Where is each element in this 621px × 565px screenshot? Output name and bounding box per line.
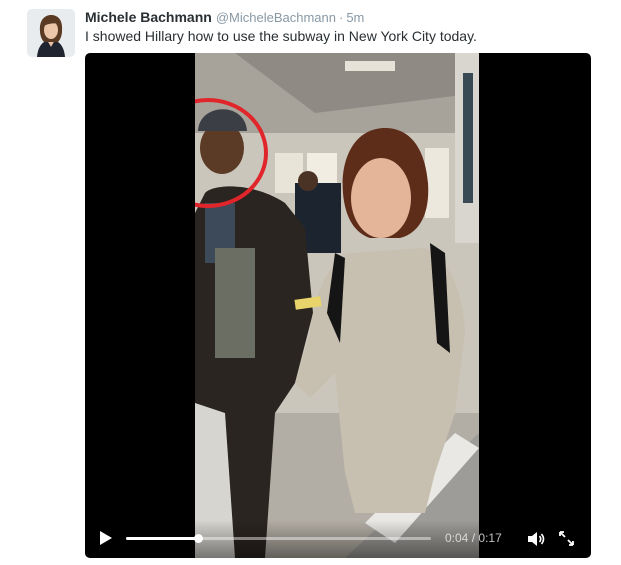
- video-player[interactable]: 0:04 / 0:17: [85, 53, 591, 558]
- volume-button[interactable]: [527, 531, 545, 547]
- author-handle[interactable]: @MicheleBachmann: [216, 10, 336, 25]
- play-icon: [100, 531, 112, 545]
- volume-icon: [528, 532, 545, 546]
- video-controls: 0:04 / 0:17: [85, 520, 591, 558]
- current-time: 0:04: [445, 531, 469, 545]
- progress-handle[interactable]: [193, 534, 203, 543]
- profile-photo: [27, 9, 75, 57]
- time-divider: /: [471, 531, 476, 545]
- duration: 0:17: [478, 531, 502, 545]
- fullscreen-button[interactable]: [558, 530, 575, 547]
- progress-bar[interactable]: [126, 534, 431, 543]
- play-button[interactable]: [99, 530, 113, 546]
- tweet: Michele Bachmann @MicheleBachmann · 5m I sh…: [0, 0, 621, 565]
- time-readout: 0:04 / 0:17: [445, 531, 502, 545]
- video-frame: [195, 53, 479, 558]
- progress-fill: [126, 537, 198, 540]
- tweet-header: Michele Bachmann @MicheleBachmann · 5m: [85, 8, 364, 27]
- author-name[interactable]: Michele Bachmann: [85, 9, 212, 25]
- annotation-circle: [195, 98, 268, 208]
- header-separator: ·: [338, 10, 344, 25]
- tweet-text: I showed Hillary how to use the subway i…: [85, 28, 477, 44]
- tweet-timestamp[interactable]: 5m: [346, 10, 364, 25]
- avatar[interactable]: [27, 9, 75, 57]
- fullscreen-icon: [559, 531, 574, 546]
